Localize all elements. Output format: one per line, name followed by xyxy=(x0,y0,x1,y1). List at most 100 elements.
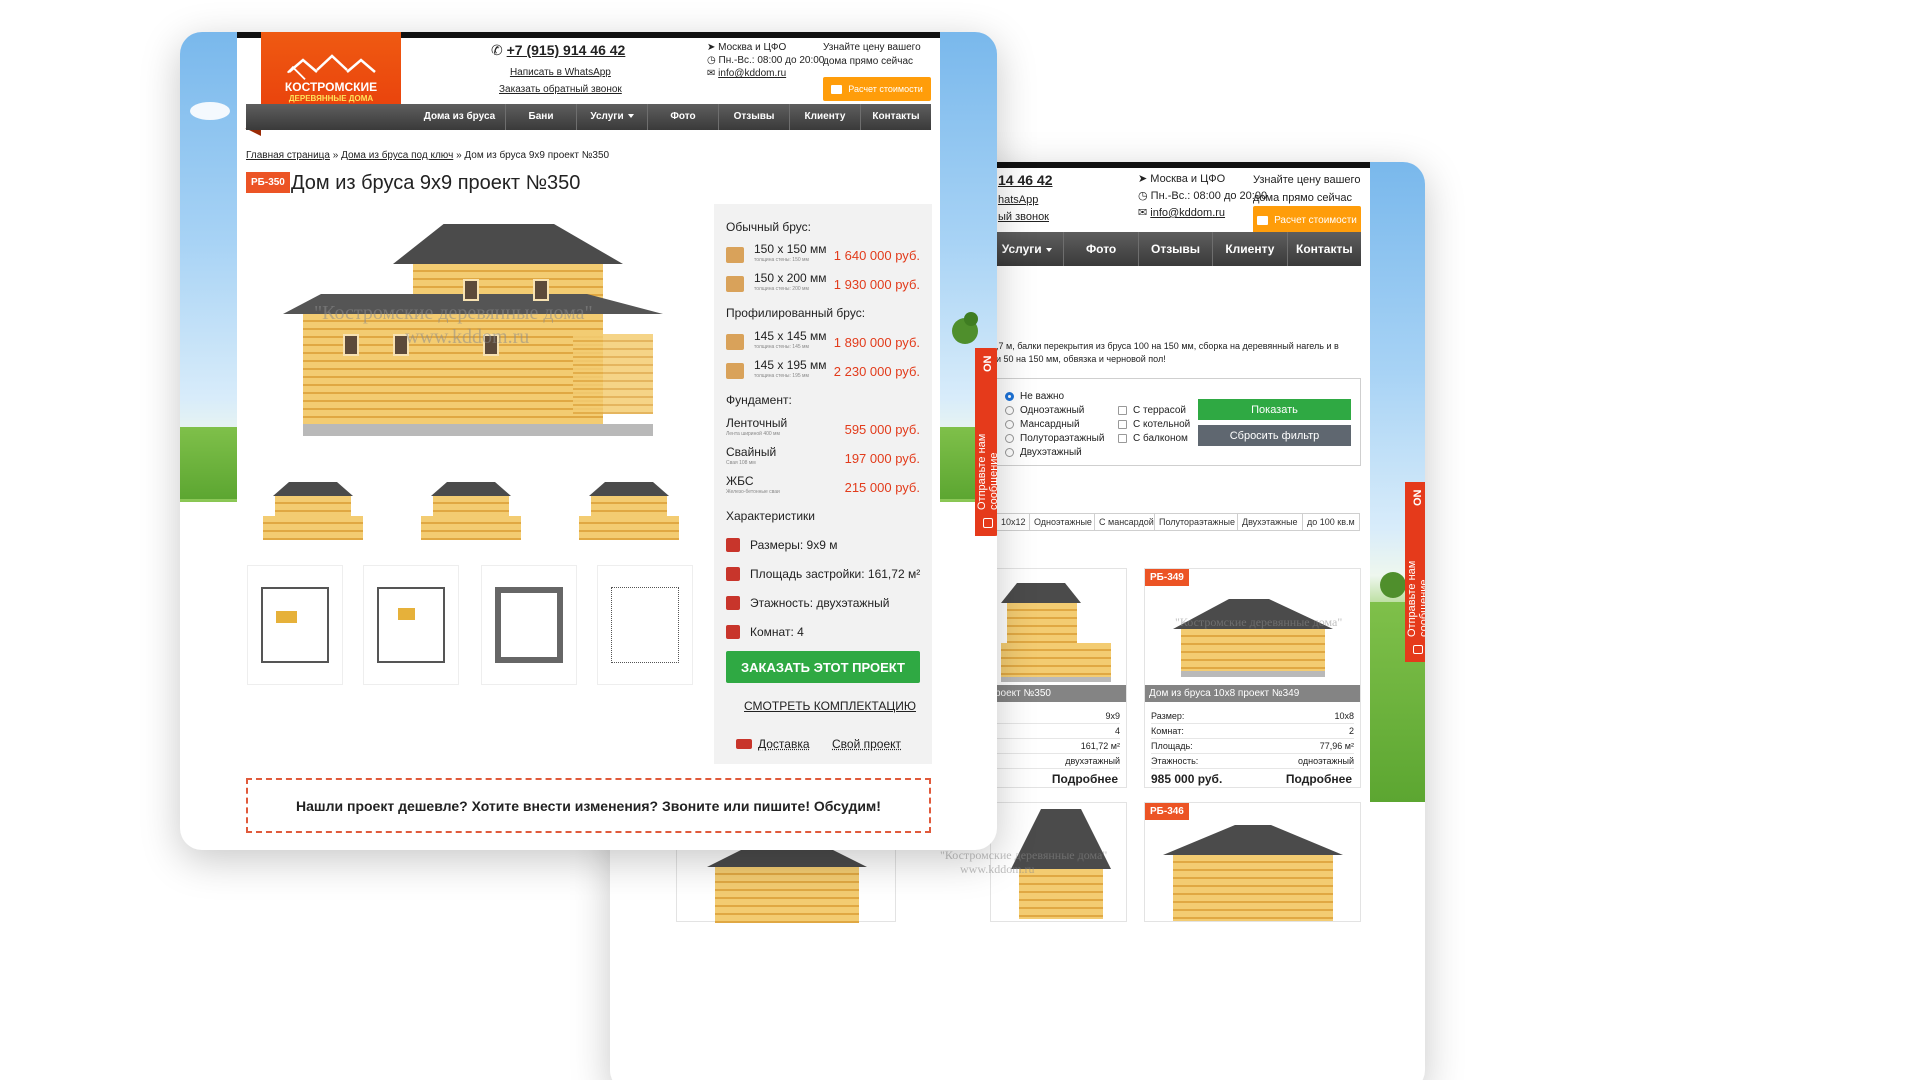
description-line1: ,7 м, балки перекрытия из бруса 100 на 1… xyxy=(996,341,1339,351)
project-card[interactable]: роект №350 9х9 4 161,72 м² двухэтажный П… xyxy=(990,568,1127,788)
hours-text: Пн.-Вс.: 08:00 до 20:00 xyxy=(718,55,825,66)
floor-plan-2[interactable] xyxy=(363,565,459,685)
check-balcony[interactable]: С балконом xyxy=(1118,431,1190,445)
radio-two-storey[interactable]: Двухэтажный xyxy=(1005,445,1104,459)
project-price: 985 000 руб. xyxy=(1151,772,1223,786)
nav-item-saunas[interactable]: Бани xyxy=(505,104,576,130)
email-link[interactable]: info@kddom.ru xyxy=(718,68,786,79)
nav-item-timber-houses[interactable]: Дома из бруса xyxy=(414,104,505,130)
tag-one-storey[interactable]: Одноэтажные xyxy=(1029,513,1097,531)
tag-two-storey[interactable]: Двухэтажные xyxy=(1237,513,1303,531)
project-card[interactable]: РБ-349 "Костромские деревянные дома" Дом… xyxy=(1144,568,1361,788)
floor-plan-outline xyxy=(495,587,563,663)
floor-plan-1[interactable] xyxy=(247,565,343,685)
check-boiler[interactable]: С котельной xyxy=(1118,417,1190,431)
online-label: ON xyxy=(1412,490,1424,507)
thumbnail-image[interactable] xyxy=(575,482,685,542)
view-configuration-link[interactable]: СМОТРЕТЬ КОМПЛЕКТАЦИЮ xyxy=(744,699,916,713)
radio-any[interactable]: Не важно xyxy=(1005,389,1104,403)
nav-item-services[interactable]: Услуги xyxy=(576,104,647,130)
price-row: 150 х 150 мм толщина стены: 150 мм 1 640 … xyxy=(726,243,920,266)
own-project-link[interactable]: Свой проект xyxy=(832,737,901,751)
radio-off-icon xyxy=(1005,405,1014,415)
region-text: Москва и ЦФО xyxy=(718,42,787,53)
thumbnail-image[interactable] xyxy=(417,482,527,542)
price-row: 145 х 145 мм толщина стены: 145 мм 1 890 … xyxy=(726,330,920,353)
region-text: Москва и ЦФО xyxy=(1150,173,1226,185)
characteristics-title: Характеристики xyxy=(726,509,815,523)
char-row: Комнат: 4 xyxy=(726,625,804,639)
price-row: ЖБС Железо-бетонные сваи 215 000 руб. xyxy=(726,474,920,495)
nav-item-client[interactable]: Клиенту xyxy=(789,104,860,130)
nav-item-services[interactable]: Услуги xyxy=(990,232,1063,266)
char-row: Этажность: двухэтажный xyxy=(726,596,889,610)
send-message-tab[interactable]: Отправьте нам сообщение ON xyxy=(975,348,997,536)
callback-link[interactable]: Заказать обратный звонок xyxy=(499,84,622,95)
breadcrumb-home[interactable]: Главная страница xyxy=(246,150,330,161)
tag-under-100[interactable]: до 100 кв.м xyxy=(1302,513,1360,531)
more-link[interactable]: Подробнее xyxy=(1286,772,1352,786)
cloud xyxy=(190,102,230,120)
order-project-button[interactable]: ЗАКАЗАТЬ ЭТОТ ПРОЕКТ xyxy=(726,651,920,683)
front-content: КОСТРОМСКИЕ ДЕРЕВЯННЫЕ ДОМА ✆ +7 (915) 9… xyxy=(237,32,940,850)
nav-item-reviews[interactable]: Отзывы xyxy=(1137,232,1212,266)
project-code-badge: РБ-350 xyxy=(246,172,290,193)
radio-one-storey[interactable]: Одноэтажный xyxy=(1005,403,1104,417)
delivery-link[interactable]: Доставка xyxy=(758,737,810,751)
calc-cost-button[interactable]: Расчет стоимости xyxy=(1253,206,1361,234)
nav-item-photo[interactable]: Фото xyxy=(1063,232,1137,266)
checkbox-icon xyxy=(1118,405,1127,415)
whatsapp-link[interactable]: Написать в WhatsApp xyxy=(510,67,611,78)
project-card[interactable]: РБ-346 xyxy=(1144,802,1361,922)
price-row: 150 х 200 мм толщина стены: 200 мм 1 930 … xyxy=(726,272,920,295)
nav-item-client[interactable]: Клиенту xyxy=(1212,232,1286,266)
phone-link[interactable]: 14 46 42 xyxy=(998,172,1053,188)
whatsapp-link[interactable]: hatsApp xyxy=(998,194,1038,206)
tag-10x12[interactable]: 10х12 xyxy=(996,513,1031,531)
logo-line1: КОСТРОМСКИЕ xyxy=(284,80,378,94)
spec-row: 4 xyxy=(997,724,1120,739)
phone-link[interactable]: +7 (915) 914 46 42 xyxy=(507,42,626,58)
price-row: Свайный Свая 108 мм 197 000 руб. xyxy=(726,445,920,466)
callback-link[interactable]: ый звонок xyxy=(998,211,1049,223)
calc-cost-button[interactable]: Расчет стоимости xyxy=(823,77,931,101)
page-title: Дом из бруса 9х9 проект №350 xyxy=(291,172,581,194)
project-caption: роект №350 xyxy=(991,685,1126,702)
radio-one-and-half[interactable]: Полутораэтажный xyxy=(1005,431,1104,445)
profiled-timber-title: Профилированный брус: xyxy=(726,306,866,320)
send-message-tab[interactable]: Отправьте нам сообщение ON xyxy=(1405,482,1425,662)
reset-filter-button[interactable]: Сбросить фильтр xyxy=(1198,425,1351,446)
hint-line1: Узнайте цену вашего xyxy=(823,42,921,53)
dimensions-icon xyxy=(726,538,740,552)
check-terrace[interactable]: С террасой xyxy=(1118,403,1190,417)
phone-icon: ✆ xyxy=(491,42,503,58)
radio-on-icon xyxy=(1005,391,1014,401)
thumbnail-image[interactable] xyxy=(259,482,369,542)
nav-item-reviews[interactable]: Отзывы xyxy=(718,104,789,130)
nav-item-contacts[interactable]: Контакты xyxy=(1286,232,1361,266)
message-icon xyxy=(983,518,993,528)
chevron-down-icon xyxy=(1045,247,1052,252)
watermark: "Костромские деревянные дома" xyxy=(940,848,1108,862)
spec-row: Площадь: 77,96 м² xyxy=(1151,739,1354,754)
nav-item-photo[interactable]: Фото xyxy=(647,104,718,130)
back-main-nav: Услуги Фото Отзывы Клиенту Контакты xyxy=(990,232,1361,266)
nav-item-contacts[interactable]: Контакты xyxy=(860,104,931,130)
spec-row: 161,72 м² xyxy=(997,739,1120,754)
watermark: "Костромские деревянные дома" xyxy=(1175,615,1343,629)
radio-mansard[interactable]: Мансардный xyxy=(1005,417,1104,431)
watermark: www.kddom.ru xyxy=(960,862,1035,876)
tag-mansard[interactable]: С мансардой xyxy=(1094,513,1159,531)
breadcrumb-section[interactable]: Дома из бруса под ключ xyxy=(341,150,453,161)
project-code-badge: РБ-346 xyxy=(1145,803,1189,820)
tag-one-and-half[interactable]: Полутораэтажные xyxy=(1154,513,1240,531)
price-panel: Обычный брус: 150 х 150 мм толщина стены:… xyxy=(714,204,932,764)
floor-plan-outline xyxy=(261,587,329,663)
rooms-icon xyxy=(726,625,740,639)
foundation-plan[interactable] xyxy=(481,565,577,685)
email-link[interactable]: info@kddom.ru xyxy=(1150,207,1225,219)
piles-plan[interactable] xyxy=(597,565,693,685)
more-link[interactable]: Подробнее xyxy=(1052,772,1118,786)
show-button[interactable]: Показать xyxy=(1198,399,1351,420)
mail-icon: ✉ xyxy=(1138,207,1148,219)
